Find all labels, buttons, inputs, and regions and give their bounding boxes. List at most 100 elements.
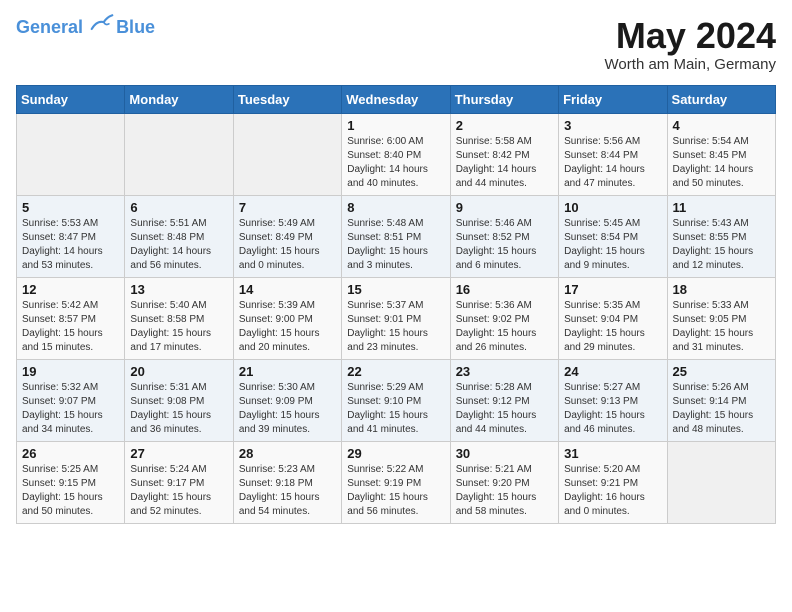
day-info: Sunrise: 5:36 AMSunset: 9:02 PMDaylight:… <box>456 299 553 355</box>
day-number: 1 <box>347 118 444 133</box>
day-number: 22 <box>347 364 444 379</box>
location: Worth am Main, Germany <box>605 56 776 73</box>
day-info: Sunrise: 5:58 AMSunset: 8:42 PMDaylight:… <box>456 135 553 191</box>
month-title: May 2024 <box>605 16 776 56</box>
weekday-header-wednesday: Wednesday <box>342 85 450 113</box>
calendar-cell: 22 Sunrise: 5:29 AMSunset: 9:10 PMDayligh… <box>342 359 450 441</box>
calendar-cell: 21 Sunrise: 5:30 AMSunset: 9:09 PMDayligh… <box>233 359 341 441</box>
calendar-cell: 31Sunrise: 5:20 AMSunset: 9:21 PMDayligh… <box>559 441 667 523</box>
day-info: Sunrise: 5:43 AMSunset: 8:55 PMDaylight:… <box>673 217 770 273</box>
day-number: 8 <box>347 200 444 215</box>
day-number: 10 <box>564 200 661 215</box>
calendar-table: SundayMondayTuesdayWednesdayThursdayFrid… <box>16 85 776 524</box>
day-info: Sunrise: 5:21 AMSunset: 9:20 PMDaylight:… <box>456 463 553 519</box>
day-info: Sunrise: 5:31 AMSunset: 9:08 PMDaylight:… <box>130 381 227 437</box>
day-info: Sunrise: 5:37 AMSunset: 9:01 PMDaylight:… <box>347 299 444 355</box>
calendar-cell <box>125 113 233 195</box>
calendar-cell: 13 Sunrise: 5:40 AMSunset: 8:58 PMDayligh… <box>125 277 233 359</box>
calendar-cell: 17Sunrise: 5:35 AMSunset: 9:04 PMDayligh… <box>559 277 667 359</box>
calendar-cell <box>667 441 775 523</box>
calendar-cell: 19 Sunrise: 5:32 AMSunset: 9:07 PMDayligh… <box>17 359 125 441</box>
day-number: 20 <box>130 364 227 379</box>
day-number: 2 <box>456 118 553 133</box>
logo-bird-icon <box>90 13 114 33</box>
calendar-cell: 2 Sunrise: 5:58 AMSunset: 8:42 PMDaylight… <box>450 113 558 195</box>
day-number: 27 <box>130 446 227 461</box>
day-number: 19 <box>22 364 119 379</box>
day-number: 31 <box>564 446 661 461</box>
day-info: Sunrise: 5:53 AMSunset: 8:47 PMDaylight:… <box>22 217 119 273</box>
day-number: 5 <box>22 200 119 215</box>
weekday-header-friday: Friday <box>559 85 667 113</box>
day-info: Sunrise: 5:39 AMSunset: 9:00 PMDaylight:… <box>239 299 336 355</box>
title-area: May 2024 Worth am Main, Germany <box>605 16 776 73</box>
day-number: 12 <box>22 282 119 297</box>
day-info: Sunrise: 5:23 AMSunset: 9:18 PMDaylight:… <box>239 463 336 519</box>
logo: General Blue <box>16 16 155 38</box>
day-info: Sunrise: 5:40 AMSunset: 8:58 PMDaylight:… <box>130 299 227 355</box>
day-info: Sunrise: 5:46 AMSunset: 8:52 PMDaylight:… <box>456 217 553 273</box>
calendar-cell: 11 Sunrise: 5:43 AMSunset: 8:55 PMDayligh… <box>667 195 775 277</box>
calendar-cell: 3 Sunrise: 5:56 AMSunset: 8:44 PMDaylight… <box>559 113 667 195</box>
day-info: Sunrise: 5:51 AMSunset: 8:48 PMDaylight:… <box>130 217 227 273</box>
logo-text: General <box>16 17 114 38</box>
calendar-cell: 5 Sunrise: 5:53 AMSunset: 8:47 PMDaylight… <box>17 195 125 277</box>
calendar-cell: 18 Sunrise: 5:33 AMSunset: 9:05 PMDayligh… <box>667 277 775 359</box>
day-info: Sunrise: 5:33 AMSunset: 9:05 PMDaylight:… <box>673 299 770 355</box>
day-number: 28 <box>239 446 336 461</box>
calendar-cell: 7Sunrise: 5:49 AMSunset: 8:49 PMDaylight… <box>233 195 341 277</box>
day-number: 30 <box>456 446 553 461</box>
day-number: 13 <box>130 282 227 297</box>
day-info: Sunrise: 5:26 AMSunset: 9:14 PMDaylight:… <box>673 381 770 437</box>
calendar-cell <box>17 113 125 195</box>
page-header: General Blue May 2024 Worth am Main, Ger… <box>16 16 776 73</box>
day-info: Sunrise: 5:35 AMSunset: 9:04 PMDaylight:… <box>564 299 661 355</box>
day-info: Sunrise: 5:42 AMSunset: 8:57 PMDaylight:… <box>22 299 119 355</box>
day-info: Sunrise: 5:56 AMSunset: 8:44 PMDaylight:… <box>564 135 661 191</box>
day-number: 21 <box>239 364 336 379</box>
day-info: Sunrise: 5:54 AMSunset: 8:45 PMDaylight:… <box>673 135 770 191</box>
week-row-1: 1 Sunrise: 6:00 AMSunset: 8:40 PMDaylight… <box>17 113 776 195</box>
day-number: 15 <box>347 282 444 297</box>
calendar-cell: 16Sunrise: 5:36 AMSunset: 9:02 PMDayligh… <box>450 277 558 359</box>
weekday-header-saturday: Saturday <box>667 85 775 113</box>
day-info: Sunrise: 5:48 AMSunset: 8:51 PMDaylight:… <box>347 217 444 273</box>
day-number: 25 <box>673 364 770 379</box>
weekday-header-thursday: Thursday <box>450 85 558 113</box>
day-number: 23 <box>456 364 553 379</box>
calendar-cell: 23Sunrise: 5:28 AMSunset: 9:12 PMDayligh… <box>450 359 558 441</box>
calendar-cell: 15 Sunrise: 5:37 AMSunset: 9:01 PMDayligh… <box>342 277 450 359</box>
day-number: 4 <box>673 118 770 133</box>
day-number: 24 <box>564 364 661 379</box>
calendar-cell: 29Sunrise: 5:22 AMSunset: 9:19 PMDayligh… <box>342 441 450 523</box>
week-row-3: 12 Sunrise: 5:42 AMSunset: 8:57 PMDayligh… <box>17 277 776 359</box>
day-number: 14 <box>239 282 336 297</box>
calendar-cell: 6 Sunrise: 5:51 AMSunset: 8:48 PMDaylight… <box>125 195 233 277</box>
calendar-cell: 25 Sunrise: 5:26 AMSunset: 9:14 PMDayligh… <box>667 359 775 441</box>
day-info: Sunrise: 5:30 AMSunset: 9:09 PMDaylight:… <box>239 381 336 437</box>
weekday-header-monday: Monday <box>125 85 233 113</box>
calendar-cell: 1 Sunrise: 6:00 AMSunset: 8:40 PMDaylight… <box>342 113 450 195</box>
day-info: Sunrise: 5:27 AMSunset: 9:13 PMDaylight:… <box>564 381 661 437</box>
day-info: Sunrise: 5:29 AMSunset: 9:10 PMDaylight:… <box>347 381 444 437</box>
day-number: 11 <box>673 200 770 215</box>
calendar-cell: 12 Sunrise: 5:42 AMSunset: 8:57 PMDayligh… <box>17 277 125 359</box>
calendar-cell: 20 Sunrise: 5:31 AMSunset: 9:08 PMDayligh… <box>125 359 233 441</box>
calendar-cell: 4 Sunrise: 5:54 AMSunset: 8:45 PMDaylight… <box>667 113 775 195</box>
day-number: 3 <box>564 118 661 133</box>
day-number: 29 <box>347 446 444 461</box>
day-number: 26 <box>22 446 119 461</box>
weekday-header-tuesday: Tuesday <box>233 85 341 113</box>
calendar-cell: 9Sunrise: 5:46 AMSunset: 8:52 PMDaylight… <box>450 195 558 277</box>
day-info: Sunrise: 5:32 AMSunset: 9:07 PMDaylight:… <box>22 381 119 437</box>
day-number: 6 <box>130 200 227 215</box>
calendar-cell: 26Sunrise: 5:25 AMSunset: 9:15 PMDayligh… <box>17 441 125 523</box>
weekday-header-sunday: Sunday <box>17 85 125 113</box>
calendar-cell: 28 Sunrise: 5:23 AMSunset: 9:18 PMDayligh… <box>233 441 341 523</box>
logo-blue: Blue <box>116 18 155 38</box>
calendar-cell: 8 Sunrise: 5:48 AMSunset: 8:51 PMDaylight… <box>342 195 450 277</box>
day-info: Sunrise: 5:49 AMSunset: 8:49 PMDaylight:… <box>239 217 336 273</box>
day-number: 18 <box>673 282 770 297</box>
day-info: Sunrise: 6:00 AMSunset: 8:40 PMDaylight:… <box>347 135 444 191</box>
day-info: Sunrise: 5:45 AMSunset: 8:54 PMDaylight:… <box>564 217 661 273</box>
